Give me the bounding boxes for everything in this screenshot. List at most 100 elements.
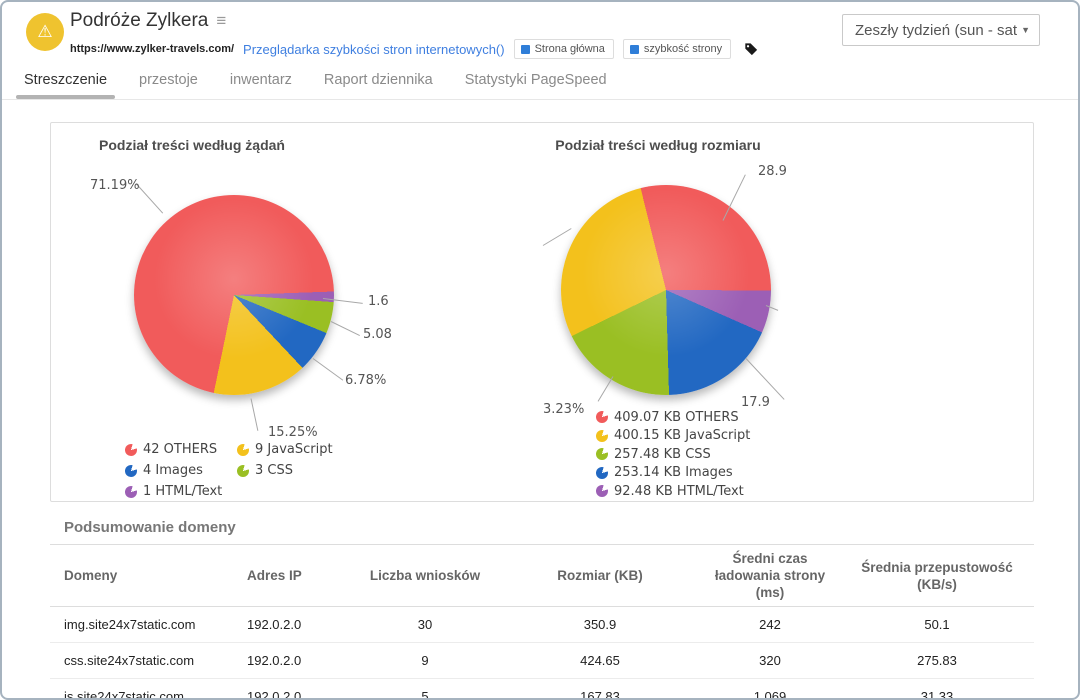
- tag-color-swatch: [630, 45, 639, 54]
- menu-icon[interactable]: ≡: [216, 11, 226, 31]
- cell-requests: 9: [350, 643, 500, 679]
- tag-badge-speed-label: szybkość strony: [644, 43, 722, 55]
- cell-throughput: 50.1: [840, 607, 1034, 643]
- period-selector[interactable]: Zeszły tydzień (sun - sat ▼: [842, 14, 1040, 46]
- pie-slice-icon: [596, 411, 608, 423]
- tab-inventory[interactable]: inwentarz: [230, 72, 292, 99]
- monitor-url: https://www.zylker-travels.com/: [70, 43, 234, 55]
- table-row: css.site24x7static.com 192.0.2.0 9 424.6…: [50, 643, 1034, 679]
- slice-label-javascript: 15.25%: [268, 425, 318, 440]
- pie-slice-icon: [237, 465, 249, 477]
- pie-slice-icon: [237, 444, 249, 456]
- leader-line: [598, 376, 614, 401]
- tag-badge-home[interactable]: Strona główna: [514, 39, 614, 59]
- table-header-row: Domeny Adres IP Liczba wniosków Rozmiar …: [50, 545, 1034, 607]
- pie-chart-size[interactable]: [561, 185, 771, 395]
- table-row: img.site24x7static.com 192.0.2.0 30 350.…: [50, 607, 1034, 643]
- slice-label-others: 71.19%: [90, 178, 140, 193]
- col-header-throughput: Średnia przepustowość (KB/s): [840, 545, 1034, 607]
- cell-domain: css.site24x7static.com: [50, 643, 235, 679]
- cell-requests: 30: [350, 607, 500, 643]
- cell-throughput: 275.83: [840, 643, 1034, 679]
- slice-label-images: 6.78%: [345, 373, 386, 388]
- header: ⚠ Podróże Zylkera ≡ https://www.zylker-t…: [2, 2, 1078, 66]
- legend-item: 4 Images: [125, 460, 237, 481]
- cell-ip: 192.0.2.0: [235, 679, 350, 700]
- section-title-domain-summary: Podsumowanie domeny: [64, 519, 1078, 536]
- legend-label: 92.48 KB HTML/Text: [614, 484, 744, 499]
- app-window: ⚠ Podróże Zylkera ≡ https://www.zylker-t…: [0, 0, 1080, 700]
- legend-label: 4 Images: [143, 463, 203, 478]
- chart-requests-title: Podział treści według żądań: [87, 137, 297, 153]
- legend-label: 400.15 KB JavaScript: [614, 428, 750, 443]
- tag-badge-speed[interactable]: szybkość strony: [623, 39, 731, 59]
- cell-size: 167.83: [500, 679, 700, 700]
- legend-item: 3 CSS: [237, 460, 333, 481]
- legend-size: 409.07 KB OTHERS 400.15 KB JavaScript 25…: [596, 408, 750, 501]
- legend-item: 42 OTHERS: [125, 439, 237, 460]
- cell-domain: img.site24x7static.com: [50, 607, 235, 643]
- monitor-type-link[interactable]: Przeglądarka szybkości stron internetowy…: [243, 42, 505, 57]
- tab-summary[interactable]: Streszczenie: [24, 72, 107, 99]
- leader-line: [543, 228, 572, 246]
- legend-label: 42 OTHERS: [143, 442, 217, 457]
- pie-slice-icon: [125, 465, 137, 477]
- col-header-load-time: Średni czas ładowania strony (ms): [700, 545, 840, 607]
- col-header-size: Rozmiar (KB): [500, 545, 700, 607]
- legend-item: 257.48 KB CSS: [596, 445, 750, 464]
- legend-label: 9 JavaScript: [255, 442, 333, 457]
- slice-label-css: 5.08: [363, 327, 392, 342]
- slice-label-others-kb: 28.9: [758, 164, 787, 179]
- slice-label-htmltext: 1.6: [368, 294, 389, 309]
- tag-icon[interactable]: [744, 42, 758, 56]
- legend-requests: 42 OTHERS 9 JavaScript 4 Images 3 CSS 1 …: [125, 439, 333, 502]
- pie-slice-icon: [596, 485, 608, 497]
- pie-slice-icon: [596, 448, 608, 460]
- cell-ip: 192.0.2.0: [235, 607, 350, 643]
- chart-size-title: Podział treści według rozmiaru: [553, 137, 763, 153]
- leader-line: [136, 183, 164, 213]
- tab-pagespeed[interactable]: Statystyki PageSpeed: [465, 72, 607, 99]
- legend-label: 257.48 KB CSS: [614, 447, 711, 462]
- monitor-logo: ⚠: [26, 13, 64, 51]
- cell-throughput: 31.33: [840, 679, 1034, 700]
- chevron-down-icon: ▼: [1021, 25, 1030, 35]
- pie-slice-icon: [125, 444, 137, 456]
- legend-item: 409.07 KB OTHERS: [596, 408, 750, 427]
- period-range: (sun - sat: [955, 22, 1018, 39]
- tag-color-swatch: [521, 45, 530, 54]
- pie-slice-icon: [596, 430, 608, 442]
- tab-outages[interactable]: przestoje: [139, 72, 198, 99]
- cell-requests: 5: [350, 679, 500, 700]
- legend-item: 9 JavaScript: [237, 439, 333, 460]
- cell-load-time: 242: [700, 607, 840, 643]
- pie-chart-requests[interactable]: [134, 195, 334, 395]
- col-header-requests: Liczba wniosków: [350, 545, 500, 607]
- tag-badge-home-label: Strona główna: [535, 43, 605, 55]
- table-row: js.site24x7static.com 192.0.2.0 5 167.83…: [50, 679, 1034, 700]
- legend-item: 253.14 KB Images: [596, 464, 750, 483]
- page-title: Podróże Zylkera: [70, 10, 208, 32]
- cell-size: 350.9: [500, 607, 700, 643]
- period-label: Zeszły tydzień: [855, 22, 950, 39]
- legend-item: 400.15 KB JavaScript: [596, 427, 750, 446]
- col-header-ip: Adres IP: [235, 545, 350, 607]
- legend-item: 92.48 KB HTML/Text: [596, 482, 750, 501]
- cell-load-time: 1,069: [700, 679, 840, 700]
- leader-line: [251, 398, 259, 430]
- cell-size: 424.65: [500, 643, 700, 679]
- legend-label: 1 HTML/Text: [143, 484, 222, 499]
- tab-log-report[interactable]: Raport dziennika: [324, 72, 433, 99]
- col-header-domains: Domeny: [50, 545, 235, 607]
- leader-line: [746, 358, 785, 400]
- domain-summary-table: Domeny Adres IP Liczba wniosków Rozmiar …: [50, 544, 1034, 700]
- charts-panel: Podział treści według żądań 71.19% 1.6 5…: [50, 122, 1034, 502]
- cell-ip: 192.0.2.0: [235, 643, 350, 679]
- legend-label: 3 CSS: [255, 463, 293, 478]
- legend-label: 253.14 KB Images: [614, 465, 733, 480]
- legend-item: 1 HTML/Text: [125, 481, 237, 502]
- warning-icon: ⚠: [37, 24, 52, 41]
- leader-line: [331, 321, 360, 336]
- cell-load-time: 320: [700, 643, 840, 679]
- slice-label-css-kb: 3.23%: [543, 402, 584, 417]
